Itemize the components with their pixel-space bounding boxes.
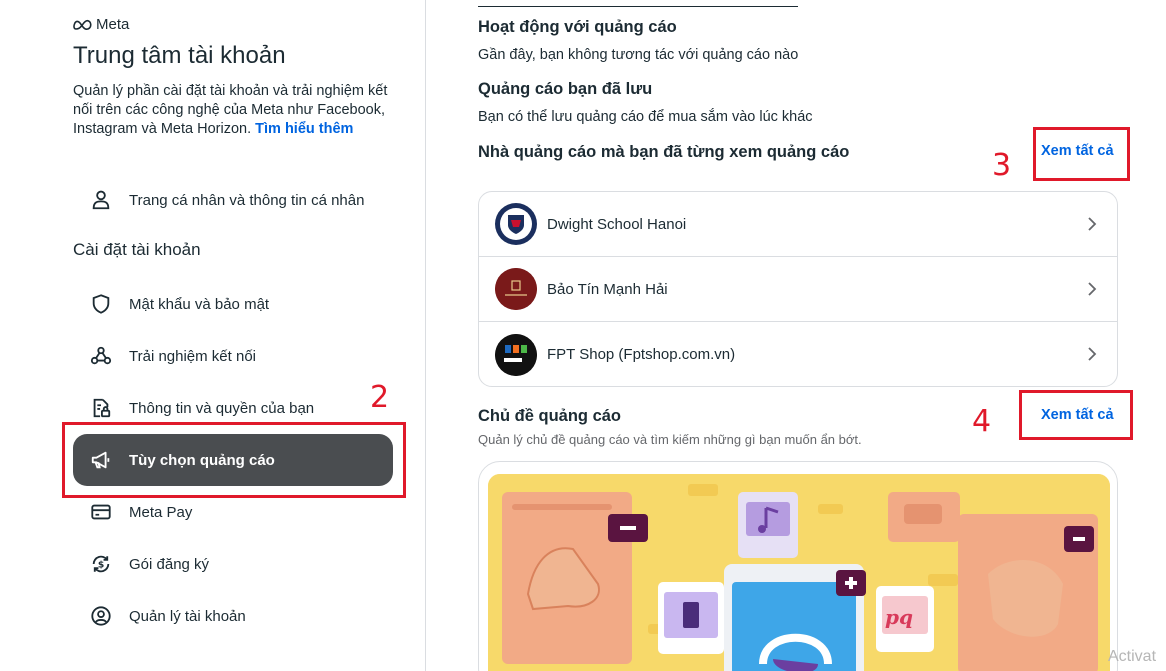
info-permissions-icon <box>89 396 113 420</box>
nav-connected-experiences[interactable]: Trải nghiệm kết nối <box>73 330 393 382</box>
advertisers-list: Dwight School Hanoi Bảo Tín Mạnh Hải FPT… <box>478 191 1118 387</box>
ad-activity-subtitle: Gần đây, bạn không tương tác với quảng c… <box>478 47 799 63</box>
nav-profile-personal-info[interactable]: Trang cá nhân và thông tin cá nhân <box>73 174 393 226</box>
advertiser-name: Dwight School Hanoi <box>547 215 687 233</box>
page-title: Trung tâm tài khoản <box>73 42 286 69</box>
advertiser-name: FPT Shop (Fptshop.com.vn) <box>547 346 736 363</box>
annotation-box-2 <box>62 422 406 498</box>
connected-icon <box>89 344 113 368</box>
ad-topics-card[interactable]: pq <box>478 461 1118 671</box>
bao-tin-manh-hai-logo <box>495 268 537 310</box>
advertisers-heading: Nhà quảng cáo mà bạn đã từng xem quảng c… <box>478 143 850 161</box>
account-icon <box>89 604 113 628</box>
annotation-box-3 <box>1033 127 1130 181</box>
advertiser-row[interactable]: FPT Shop (Fptshop.com.vn) <box>479 322 1117 386</box>
sidebar: Meta Trung tâm tài khoản Quản lý phần cà… <box>0 0 426 671</box>
ad-activity-heading: Hoạt động với quảng cáo <box>478 18 677 36</box>
main-content: Hoạt động với quảng cáo Gần đây, bạn khô… <box>427 0 1166 671</box>
accounts-center-description: Quản lý phần cài đặt tài khoản và trải n… <box>73 83 388 137</box>
divider <box>478 6 798 7</box>
nav-account-management[interactable]: Quản lý tài khoản <box>73 590 393 642</box>
subscription-icon: $ <box>89 552 113 576</box>
ad-topics-heading: Chủ đề quảng cáo <box>478 407 622 425</box>
annotation-number-4: 4 <box>972 404 992 439</box>
advertiser-name: Bảo Tín Mạnh Hải <box>547 280 668 298</box>
annotation-number-2: 2 <box>370 380 390 415</box>
ad-topics-subtitle: Quản lý chủ đề quảng cáo và tìm kiếm nhữ… <box>478 432 862 447</box>
shield-icon <box>89 292 113 316</box>
chevron-right-icon <box>1088 347 1097 361</box>
meta-logo: Meta <box>73 16 129 33</box>
card-icon <box>89 500 113 524</box>
meta-infinity-icon <box>73 19 92 30</box>
chevron-right-icon <box>1088 282 1097 296</box>
saved-ads-subtitle: Bạn có thể lưu quảng cáo để mua sắm vào … <box>478 109 813 125</box>
saved-ads-heading: Quảng cáo bạn đã lưu <box>478 80 653 98</box>
windows-activation-watermark: Activat <box>1108 648 1157 665</box>
annotation-box-4 <box>1019 390 1133 440</box>
fpt-shop-logo <box>495 333 537 376</box>
svg-text:pq: pq <box>885 605 913 629</box>
advertiser-row[interactable]: Dwight School Hanoi <box>479 192 1117 257</box>
person-icon <box>89 188 113 212</box>
dwight-school-logo <box>495 203 537 245</box>
learn-more-link[interactable]: Tìm hiểu thêm <box>255 121 353 137</box>
nav-password-security[interactable]: Mật khẩu và bảo mật <box>73 278 393 330</box>
annotation-number-3: 3 <box>992 148 1012 183</box>
svg-text:$: $ <box>98 560 104 571</box>
nav-subscriptions[interactable]: $ Gói đăng ký <box>73 538 393 590</box>
account-settings-heading: Cài đặt tài khoản <box>73 240 201 259</box>
ad-topics-illustration: pq <box>488 474 1110 671</box>
advertiser-row[interactable]: Bảo Tín Mạnh Hải <box>479 257 1117 322</box>
chevron-right-icon <box>1088 217 1097 231</box>
meta-brand-text: Meta <box>96 16 130 33</box>
